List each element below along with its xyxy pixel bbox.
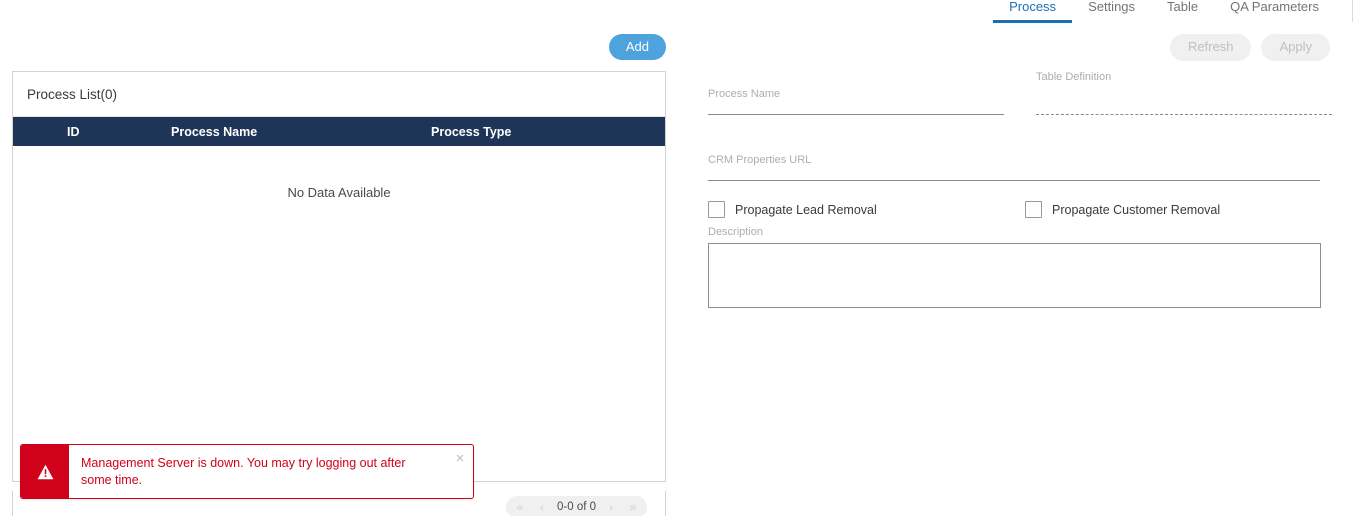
description-textarea[interactable]: [708, 243, 1321, 308]
error-toast: Management Server is down. You may try l…: [20, 444, 474, 499]
checkbox-box-customer[interactable]: [1025, 201, 1042, 218]
tab-qa-parameters[interactable]: QA Parameters: [1214, 0, 1335, 20]
propagate-lead-removal-label: Propagate Lead Removal: [735, 202, 877, 217]
last-page-icon[interactable]: »: [623, 500, 643, 514]
pagination-range-label: 0-0 of 0: [557, 501, 596, 513]
propagate-customer-removal-checkbox[interactable]: Propagate Customer Removal: [1025, 201, 1220, 218]
form-row-1: Process Name Table Definition: [708, 70, 1332, 115]
crm-properties-url-input[interactable]: [708, 167, 1320, 181]
column-header-process-name[interactable]: Process Name: [171, 125, 431, 139]
column-header-id[interactable]: ID: [13, 125, 171, 139]
add-button-row: Add: [12, 28, 666, 66]
tab-process[interactable]: Process: [993, 0, 1073, 23]
column-header-process-type[interactable]: Process Type: [431, 125, 665, 139]
table-definition-label: Table Definition: [1036, 71, 1112, 83]
process-list-pane: Add Process List(0) ID Process Name Proc…: [0, 0, 690, 516]
refresh-button[interactable]: Refresh: [1169, 34, 1252, 61]
add-button[interactable]: Add: [608, 33, 666, 61]
process-name-input[interactable]: [708, 101, 1004, 115]
app-root: Add Process List(0) ID Process Name Proc…: [0, 0, 1353, 516]
detail-actions: Refresh Apply: [1169, 34, 1330, 61]
first-page-icon[interactable]: «: [510, 500, 530, 514]
propagate-customer-removal-label: Propagate Customer Removal: [1052, 202, 1221, 217]
table-definition-field-group: Table Definition: [1036, 70, 1332, 115]
tab-settings[interactable]: Settings: [1072, 0, 1151, 20]
tab-table[interactable]: Table: [1151, 0, 1214, 20]
warning-triangle-icon: [21, 445, 69, 498]
process-detail-pane: Process Settings Table QA Parameters Ref…: [690, 0, 1353, 516]
crm-properties-url-field-group: CRM Properties URL: [708, 153, 1320, 181]
pagination-control: « ‹ 0-0 of 0 › »: [506, 496, 647, 516]
prev-page-icon[interactable]: ‹: [532, 500, 552, 514]
crm-properties-url-label: CRM Properties URL: [708, 154, 812, 166]
process-form: Process Name Table Definition CRM Proper…: [708, 70, 1332, 308]
no-data-message: No Data Available: [287, 184, 391, 200]
process-name-field-group: Process Name: [708, 70, 1004, 115]
table-header-row: ID Process Name Process Type: [13, 117, 665, 146]
process-list-title: Process List(0): [13, 72, 665, 117]
checkbox-box-lead[interactable]: [708, 201, 725, 218]
table-definition-input: [1036, 101, 1332, 115]
error-toast-message: Management Server is down. You may try l…: [81, 455, 406, 487]
next-page-icon[interactable]: ›: [601, 500, 621, 514]
process-name-label: Process Name: [708, 88, 781, 100]
description-label: Description: [708, 226, 764, 238]
checkbox-row: Propagate Lead Removal Propagate Custome…: [708, 201, 1332, 218]
propagate-lead-removal-checkbox[interactable]: Propagate Lead Removal: [708, 201, 1025, 218]
detail-tabs: Process Settings Table QA Parameters: [993, 0, 1335, 23]
apply-button[interactable]: Apply: [1261, 34, 1330, 61]
process-list-panel: Process List(0) ID Process Name Process …: [12, 71, 666, 482]
close-icon[interactable]: ×: [447, 445, 473, 498]
